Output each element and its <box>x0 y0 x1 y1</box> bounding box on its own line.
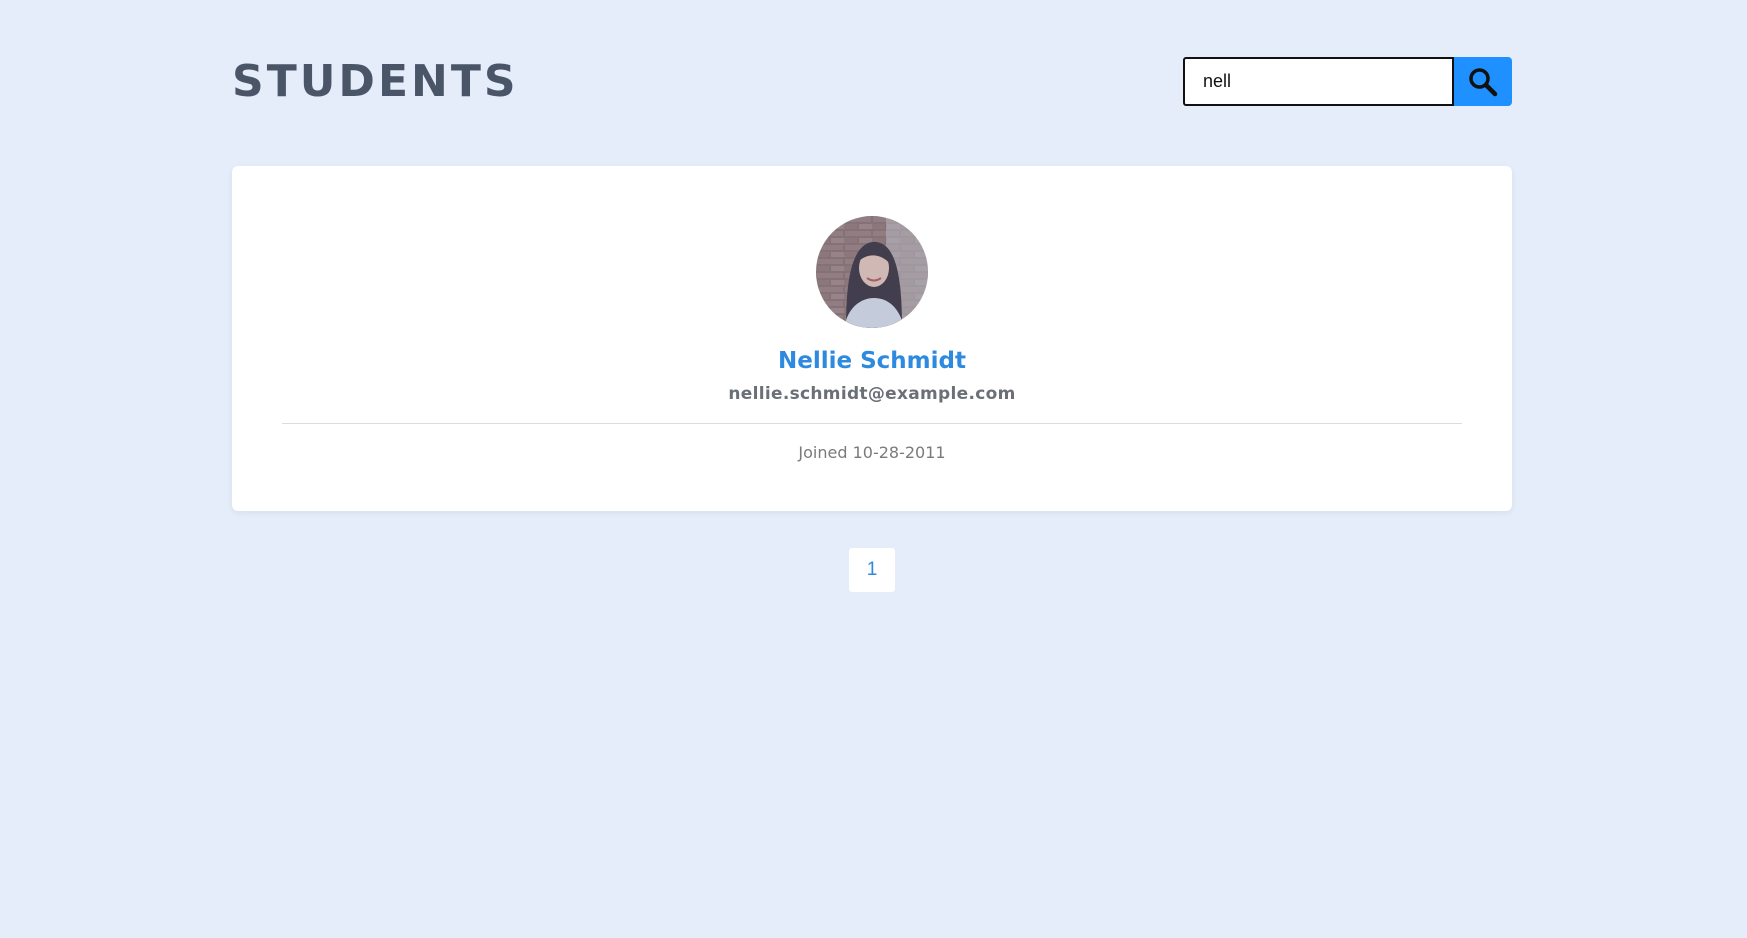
page-title: STUDENTS <box>232 56 519 107</box>
search-input[interactable] <box>1183 57 1454 106</box>
search-form <box>1183 57 1512 106</box>
search-button[interactable] <box>1454 57 1512 106</box>
avatar <box>816 216 928 328</box>
student-email: nellie.schmidt@example.com <box>728 384 1016 404</box>
page-link-1[interactable]: 1 <box>849 548 895 592</box>
divider <box>282 423 1462 424</box>
joined-date: Joined 10-28-2011 <box>798 443 946 462</box>
pagination: 1 <box>849 548 895 592</box>
page-header: STUDENTS <box>232 52 1512 112</box>
student-card: Nellie Schmidt nellie.schmidt@example.co… <box>232 166 1512 511</box>
search-icon <box>1467 66 1499 98</box>
student-name[interactable]: Nellie Schmidt <box>232 346 1512 376</box>
